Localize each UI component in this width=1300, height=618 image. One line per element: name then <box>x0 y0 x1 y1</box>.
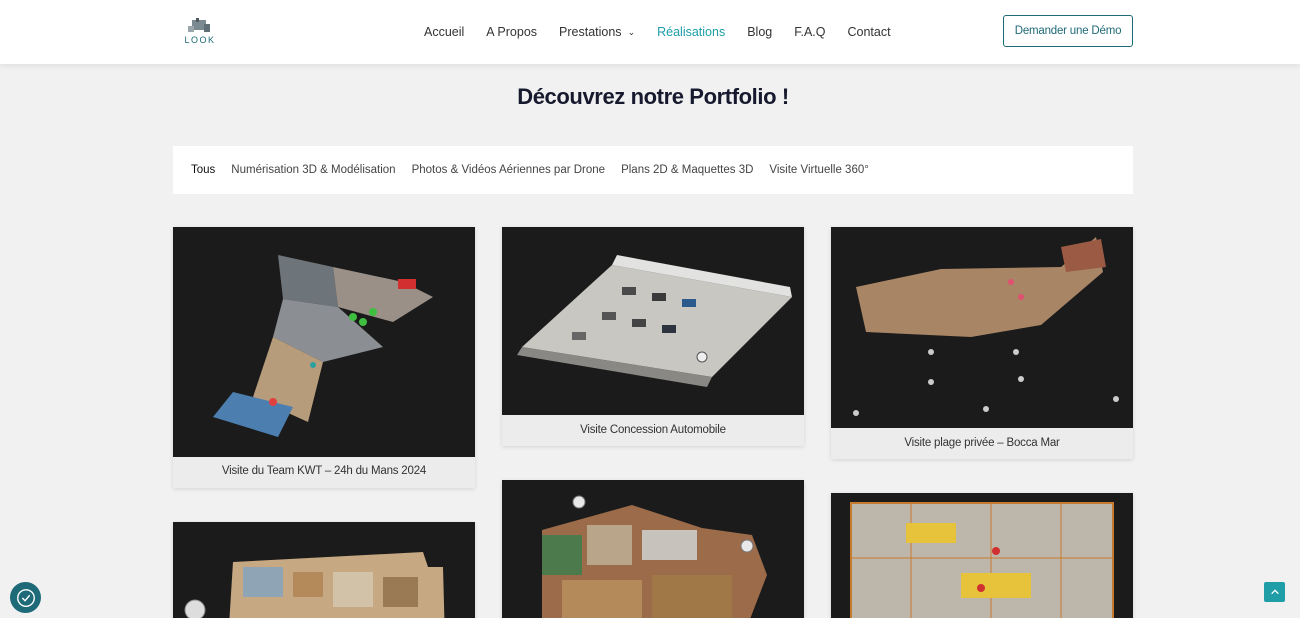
portfolio-card-image[interactable] <box>173 522 475 618</box>
site-header: LOOK Accueil A Propos Prestations ⌄ Réal… <box>0 0 1300 64</box>
portfolio-filter-bar: Tous Numérisation 3D & Modélisation Phot… <box>173 146 1133 194</box>
nav-item-contact[interactable]: Contact <box>848 25 891 39</box>
nav-item-faq[interactable]: F.A.Q <box>794 25 825 39</box>
portfolio-card-image[interactable] <box>502 227 804 415</box>
3d-model-thumbnail <box>213 255 433 437</box>
cookie-settings-button[interactable] <box>10 582 41 613</box>
nav-item-blog[interactable]: Blog <box>747 25 772 39</box>
portfolio-card-image[interactable] <box>502 480 804 618</box>
filter-drone[interactable]: Photos & Vidéos Aériennes par Drone <box>412 164 606 176</box>
portfolio-card-image[interactable] <box>831 227 1133 428</box>
arrow-up-icon <box>1270 589 1279 595</box>
site-logo[interactable]: LOOK <box>180 16 220 48</box>
portfolio-card[interactable] <box>831 493 1133 618</box>
nav-item-realisations[interactable]: Réalisations <box>657 25 725 39</box>
3d-model-thumbnail <box>853 237 1119 416</box>
filter-virtual-tour[interactable]: Visite Virtuelle 360° <box>769 164 868 176</box>
cookie-settings-icon <box>16 588 35 607</box>
nav-item-a-propos[interactable]: A Propos <box>486 25 537 39</box>
logo-icon: LOOK <box>184 18 215 45</box>
page-title: Découvrez notre Portfolio ! <box>517 84 789 109</box>
portfolio-card-image[interactable] <box>831 493 1133 618</box>
nav-item-accueil[interactable]: Accueil <box>424 25 464 39</box>
portfolio-card-caption: Visite du Team KWT – 24h du Mans 2024 <box>221 465 427 477</box>
nav-item-prestations-label: Prestations <box>559 25 622 39</box>
portfolio-card-image[interactable] <box>173 227 475 457</box>
portfolio-card[interactable]: Visite du Team KWT – 24h du Mans 2024 <box>173 227 475 488</box>
filter-2d-plans[interactable]: Plans 2D & Maquettes 3D <box>621 164 753 176</box>
3d-model-thumbnail <box>517 255 792 387</box>
chevron-down-icon: ⌄ <box>627 26 636 37</box>
portfolio-card[interactable] <box>173 522 475 618</box>
portfolio-card-caption: Visite Concession Automobile <box>580 424 726 436</box>
scroll-to-top-button[interactable] <box>1264 582 1285 602</box>
3d-model-thumbnail <box>542 495 767 618</box>
portfolio-card[interactable]: Visite Concession Automobile <box>502 227 804 446</box>
filter-3d-scanning[interactable]: Numérisation 3D & Modélisation <box>231 164 395 176</box>
3d-model-thumbnail <box>184 552 445 618</box>
3d-model-thumbnail <box>850 502 1114 618</box>
portfolio-card-caption: Visite plage privée – Bocca Mar <box>904 437 1060 449</box>
main-nav: Accueil A Propos Prestations ⌄ Réalisati… <box>424 0 891 64</box>
nav-item-prestations[interactable]: Prestations ⌄ <box>559 25 635 39</box>
request-demo-button[interactable]: Demander une Démo <box>1003 15 1133 47</box>
portfolio-card[interactable]: Visite plage privée – Bocca Mar <box>831 227 1133 459</box>
svg-text:LOOK: LOOK <box>184 35 215 45</box>
filter-all[interactable]: Tous <box>191 164 215 176</box>
portfolio-card[interactable] <box>502 480 804 618</box>
